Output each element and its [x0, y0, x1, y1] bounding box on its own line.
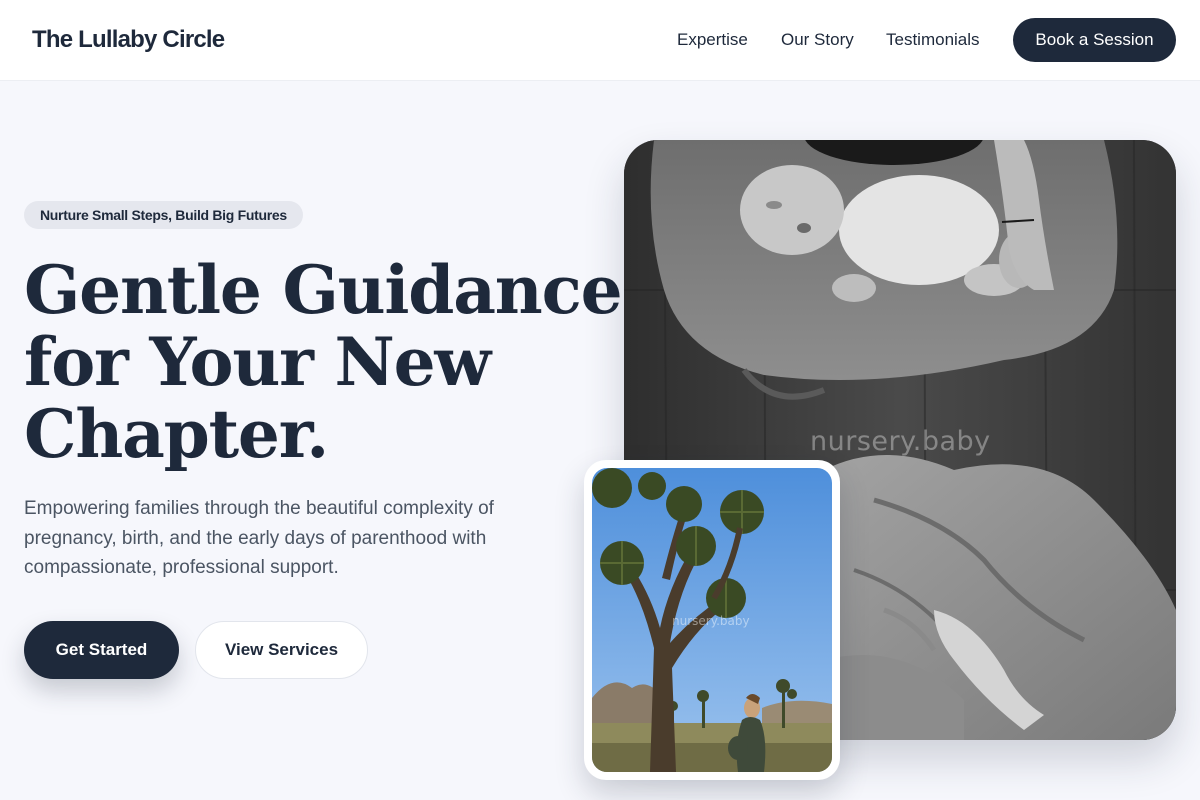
maternity-photo-card: nursery.baby — [584, 460, 840, 780]
book-session-button[interactable]: Book a Session — [1013, 18, 1176, 62]
maternity-photo: nursery.baby — [592, 468, 832, 772]
hero-headline-line: Gentle Guidance — [24, 251, 623, 329]
nav-link-our-story[interactable]: Our Story — [781, 30, 854, 50]
site-header: The Lullaby Circle Expertise Our Story T… — [0, 0, 1200, 81]
view-services-button[interactable]: View Services — [195, 621, 368, 679]
hero-headline: Gentle Guidance for Your New Chapter. — [24, 251, 623, 473]
inset-photo-watermark: nursery.baby — [672, 614, 750, 628]
nav-link-testimonials[interactable]: Testimonials — [886, 30, 980, 50]
get-started-button[interactable]: Get Started — [24, 621, 179, 679]
hero-subtext: Empowering families through the beautifu… — [24, 498, 494, 578]
hero-headline-line: Chapter. — [24, 395, 329, 473]
main-photo-watermark: nursery.baby — [810, 426, 991, 457]
nav-link-expertise[interactable]: Expertise — [677, 30, 748, 50]
site-logo[interactable]: The Lullaby Circle — [32, 26, 225, 54]
tagline-badge: Nurture Small Steps, Build Big Futures — [24, 201, 303, 229]
hero-headline-line: for Your New — [24, 323, 491, 401]
